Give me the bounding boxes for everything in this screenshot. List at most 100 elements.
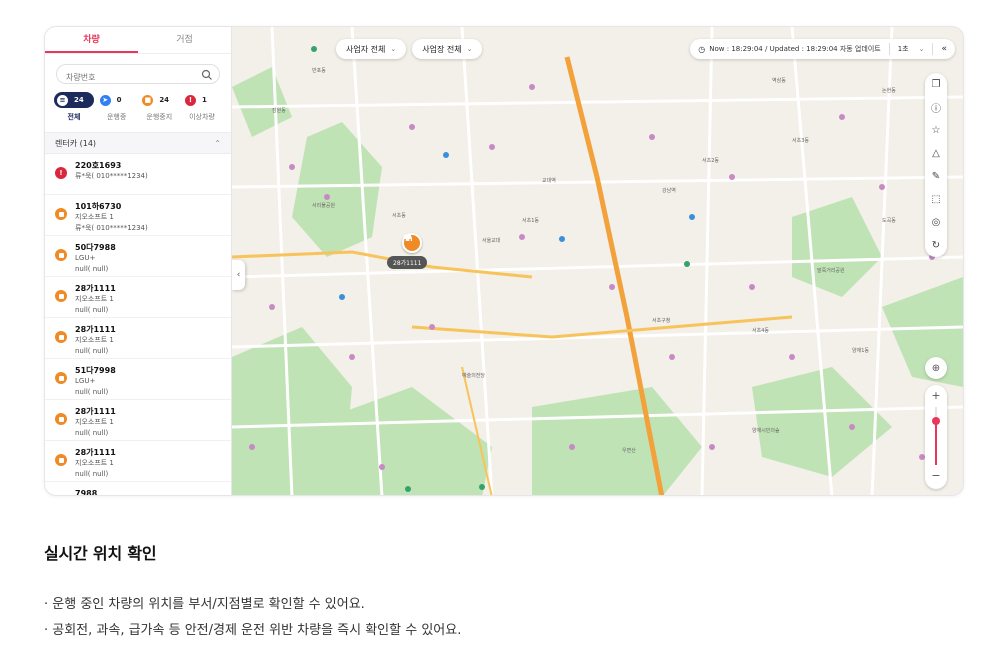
vehicle-detail: 류*욱( 010*****1234) — [75, 224, 148, 232]
map-place-label: 말죽거리공원 — [817, 268, 845, 274]
vehicle-row[interactable]: 28가1111 지오소프트 1 null( null) — [45, 441, 231, 482]
vehicle-plate: 51다7998 — [75, 366, 116, 375]
map-place-label: 서리풀공원 — [312, 203, 336, 209]
vehicle-row[interactable]: 51다7998 LGU+ null( null) — [45, 359, 231, 400]
status-abnormal[interactable]: ! 1 이상차량 — [182, 92, 222, 122]
star-icon[interactable]: ☆ — [925, 119, 947, 142]
zoom-in-button[interactable]: + — [925, 389, 947, 402]
vehicle-plate: 28가1111 — [75, 284, 116, 293]
vehicle-plate: 28가1111 — [75, 448, 116, 457]
vehicle-detail: null( null) — [75, 388, 109, 396]
vehicle-detail: LGU+ — [75, 377, 96, 385]
vehicle-row[interactable]: 28가1111 지오소프트 1 null( null) — [45, 277, 231, 318]
vehicle-detail: 지오소프트 1 — [75, 336, 114, 344]
status-all-pill[interactable]: ≡ 24 — [54, 92, 94, 108]
vehicle-info: 7988지오소프트 1 — [75, 488, 114, 495]
tab-vehicles[interactable]: 차량 — [45, 27, 138, 53]
chevron-up-icon[interactable]: ⌃ — [214, 139, 221, 148]
status-filters: ≡ 24 전체 ➤ 0 운행중 ■ 24 운행중지 ! 1 이상차량 — [45, 92, 231, 122]
chevron-left-icon: ‹ — [236, 270, 241, 280]
vehicle-search — [56, 64, 220, 87]
zoom-slider-handle[interactable] — [932, 417, 940, 425]
group-header[interactable]: 렌터카 (14) ⌃ — [45, 132, 231, 154]
map-place-label: 도곡동 — [882, 218, 896, 224]
map-tool-rail: ❐ ⓘ ☆ △ ✎ ⬚ ◎ ↻ — [925, 73, 947, 257]
vehicle-detail: null( null) — [75, 265, 109, 273]
search-input[interactable] — [57, 68, 219, 87]
status-driving-label: 운행중 — [106, 113, 127, 121]
zoom-level-fill — [935, 421, 937, 465]
compass-icon[interactable]: ◎ — [925, 211, 947, 234]
status-stopped[interactable]: ■ 24 운행중지 — [139, 92, 179, 122]
caption-bullet: · 운행 중인 차량의 위치를 부서/지점별로 확인할 수 있어요. — [44, 597, 365, 612]
info-icon[interactable]: ⓘ — [925, 96, 947, 119]
chevron-down-icon: ⌄ — [390, 45, 397, 53]
vehicle-row[interactable]: 28가1111 지오소프트 1 null( null) — [45, 318, 231, 359]
vehicle-info: 28가1111 지오소프트 1 null( null) — [75, 447, 116, 480]
vehicle-detail: null( null) — [75, 429, 109, 437]
vehicle-info: 28가1111 지오소프트 1 null( null) — [75, 283, 116, 316]
vehicle-info: 28가1111 지오소프트 1 null( null) — [75, 324, 116, 357]
status-driving-pill[interactable]: ➤ 0 — [97, 92, 137, 108]
status-abnormal-pill[interactable]: ! 1 — [182, 92, 222, 108]
status-all[interactable]: ≡ 24 전체 — [54, 92, 94, 122]
status-driving-count: 0 — [116, 96, 122, 104]
stop-icon: ■ — [142, 94, 154, 106]
triangle-icon[interactable]: △ — [925, 142, 947, 165]
vehicle-plate: 220호1693 — [75, 161, 122, 170]
alert-icon: ! — [55, 167, 67, 179]
vehicle-plate: 28가1111 — [75, 407, 116, 416]
vehicle-row[interactable]: ! 220호1693 류*욱( 010*****1234) — [45, 154, 231, 195]
map-place-label: 서초2동 — [702, 158, 719, 164]
status-stopped-pill[interactable]: ■ 24 — [139, 92, 179, 108]
vehicle-row[interactable]: 7988지오소프트 1 — [45, 482, 231, 495]
map-place-label: 교대역 — [542, 178, 556, 184]
tab-bases[interactable]: 거점 — [138, 27, 231, 53]
search-icon[interactable] — [201, 69, 213, 81]
site-filter-label: 사업장 전체 — [422, 44, 462, 54]
map-place-label: 논현동 — [882, 88, 896, 94]
navigation-arrow-icon: ➤ — [99, 94, 111, 106]
feature-caption: 실시간 위치 확인 · 운행 중인 차량의 위치를 부서/지점별로 확인할 수 … — [44, 540, 461, 644]
vehicle-marker[interactable]: 28가1111 — [387, 233, 428, 269]
map-view[interactable]: 서초동 서초1동 서초2동 서초3동 서초4동 양재1동 반포동 잠원동 논현동 역삼동 서리풀공원… — [232, 27, 963, 495]
refresh-icon[interactable]: ↻ — [925, 234, 947, 257]
vehicle-plate: 101하6730 — [75, 202, 122, 211]
chevron-down-icon[interactable]: ⌄ — [919, 45, 925, 53]
map-place-label: 서울교대 — [482, 238, 501, 244]
map-place-label: 서초1동 — [522, 218, 539, 224]
zoom-control: + − — [925, 385, 947, 489]
alert-icon: ! — [184, 94, 196, 106]
status-driving[interactable]: ➤ 0 운행중 — [97, 92, 137, 122]
car-icon — [402, 233, 422, 253]
zoom-out-button[interactable]: − — [925, 469, 947, 482]
vehicle-detail: 지오소프트 1 — [75, 418, 114, 426]
vehicle-row[interactable]: 101하6730 지오소프트 1 류*욱( 010*****1234) — [45, 195, 231, 236]
area-select-icon[interactable]: ⬚ — [925, 188, 947, 211]
site-filter-dropdown[interactable]: 사업장 전체 ⌄ — [412, 39, 483, 59]
pencil-icon[interactable]: ✎ — [925, 165, 947, 188]
vehicle-row[interactable]: 50다7988 LGU+ null( null) — [45, 236, 231, 277]
vehicle-plate: 7988 — [75, 489, 98, 495]
business-filter-dropdown[interactable]: 사업자 전체 ⌄ — [336, 39, 407, 59]
collapse-panel-icon[interactable]: « — [941, 44, 947, 54]
vehicle-row[interactable]: 28가1111 지오소프트 1 null( null) — [45, 400, 231, 441]
map-place-label: 양재시민의숲 — [752, 428, 780, 434]
vehicle-plate: 50다7988 — [75, 243, 116, 252]
layers-icon[interactable]: ❐ — [925, 73, 947, 96]
vehicle-info: 50다7988 LGU+ null( null) — [75, 242, 116, 275]
caption-bullet: · 공회전, 과속, 급가속 등 안전/경제 운전 위반 차량을 즉시 확인할 … — [44, 623, 462, 638]
vehicle-detail: 지오소프트 1 — [75, 213, 114, 221]
my-location-button[interactable]: ⊕ — [925, 357, 947, 379]
app-frame: 차량 거점 ≡ 24 전체 ➤ 0 운행중 — [44, 26, 964, 496]
map-place-label: 서초동 — [392, 213, 406, 219]
sidebar-collapse-toggle[interactable]: ‹ — [232, 260, 245, 290]
vehicle-sidebar: 차량 거점 ≡ 24 전체 ➤ 0 운행중 — [45, 27, 232, 495]
map-place-label: 서초4동 — [752, 328, 769, 334]
locate-icon: ⊕ — [931, 362, 941, 374]
interval-select[interactable]: 1초 — [898, 44, 909, 54]
business-filter-label: 사업자 전체 — [346, 44, 386, 54]
vehicle-detail: null( null) — [75, 347, 109, 355]
status-all-count: 24 — [74, 96, 84, 104]
vehicle-marker-label: 28가1111 — [387, 256, 428, 269]
